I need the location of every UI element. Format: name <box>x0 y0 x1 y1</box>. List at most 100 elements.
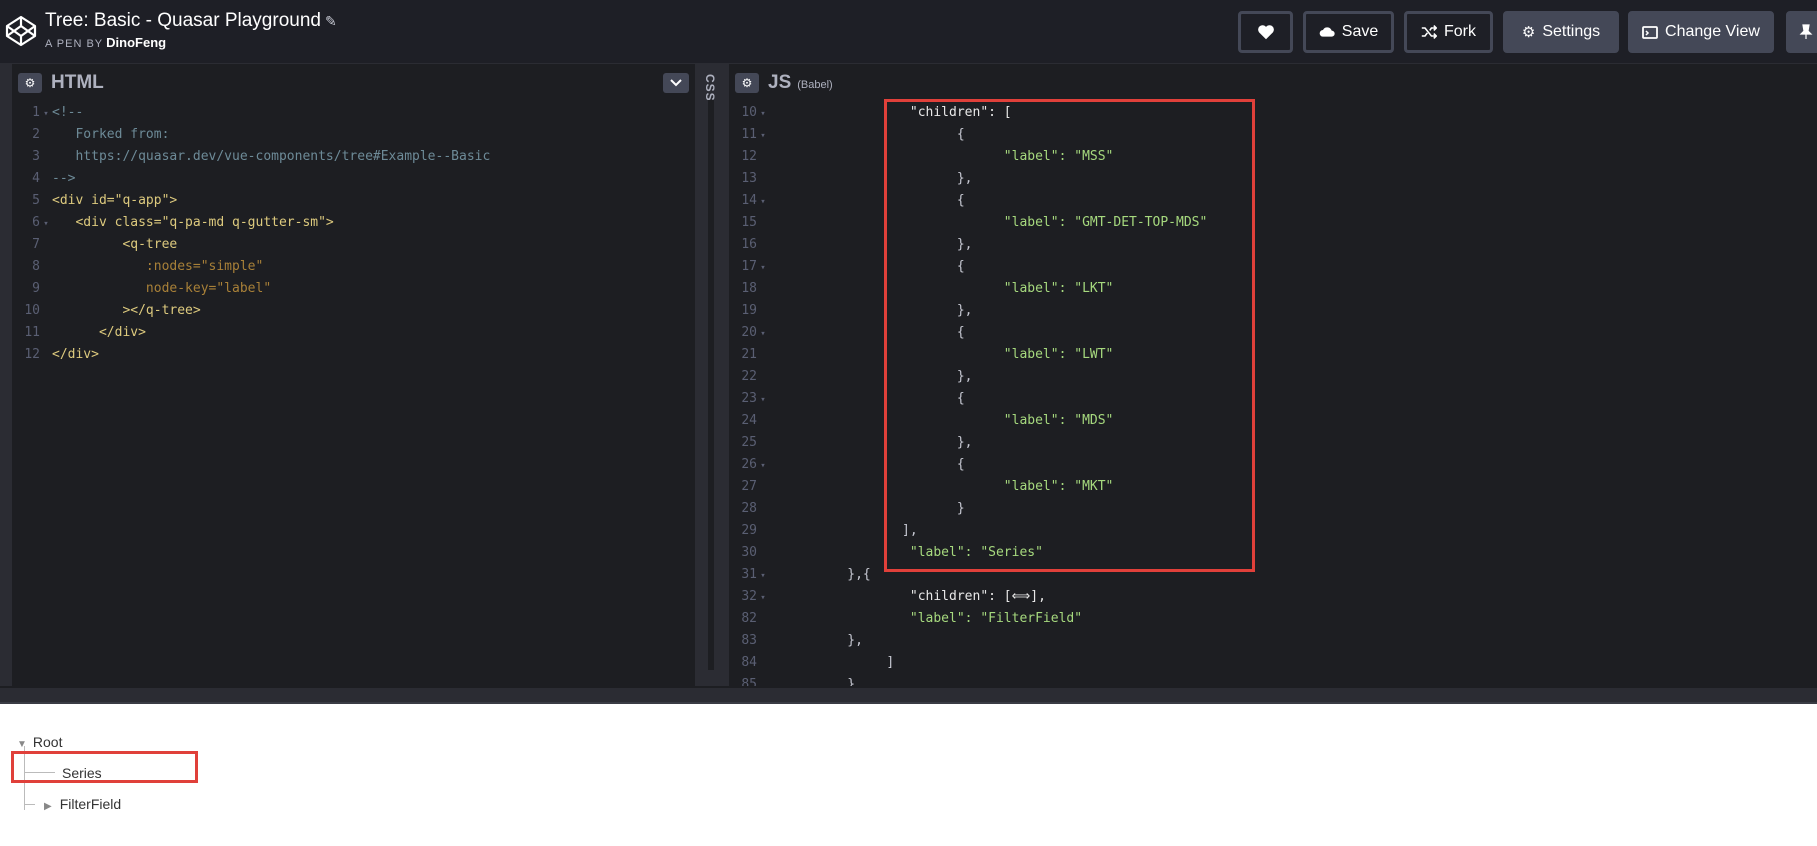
author-link[interactable]: DinoFeng <box>106 35 166 50</box>
code-text: ] <box>769 655 895 670</box>
line-number: 23 <box>741 391 757 406</box>
pin-button[interactable] <box>1786 11 1817 53</box>
code-line[interactable]: 3 https://quasar.dev/vue-components/tree… <box>12 146 695 168</box>
line-number: 84 <box>741 655 757 670</box>
collapsed-arrow-icon[interactable]: ▶ <box>44 801 52 812</box>
save-button[interactable]: Save <box>1303 11 1394 53</box>
line-number: 9 <box>32 281 40 296</box>
settings-button[interactable]: ⚙ Settings <box>1503 11 1619 53</box>
line-number: 20 <box>741 325 757 340</box>
code-line[interactable]: 1 ▾ <!-- <box>12 102 695 124</box>
line-number: 26 <box>741 457 757 472</box>
result-resize-bar[interactable] <box>0 686 1817 704</box>
html-pane-header: ⚙ HTML <box>12 64 695 102</box>
codepen-logo-icon[interactable] <box>4 14 38 48</box>
pane-resize-divider[interactable] <box>708 100 714 670</box>
line-number: 21 <box>741 347 757 362</box>
fold-arrow-icon[interactable]: ▾ <box>40 103 52 125</box>
code-text: </div> <box>52 347 99 362</box>
fold-arrow-icon[interactable]: ▾ <box>757 125 769 147</box>
line-number: 83 <box>741 633 757 648</box>
fold-arrow-icon[interactable]: ▾ <box>757 455 769 477</box>
pen-by-label: A PEN BY <box>45 38 104 50</box>
line-number: 29 <box>741 523 757 538</box>
code-line[interactable]: 32 ▾ "children": [⟺], <box>729 586 1817 608</box>
tree-node-filterfield-label[interactable]: FilterField <box>60 796 121 812</box>
code-text: <!-- <box>52 105 84 120</box>
line-number: 11 <box>741 127 757 142</box>
edit-pencil-icon[interactable]: ✎ <box>325 13 337 29</box>
line-number: 25 <box>741 435 757 450</box>
js-settings-gear-icon[interactable]: ⚙ <box>735 73 759 93</box>
tree-node-root-label[interactable]: Root <box>33 734 63 750</box>
css-pane-title[interactable]: CSS <box>703 74 717 102</box>
line-number: 6 <box>32 215 40 230</box>
js-pane-header: ⚙ JS (Babel) <box>729 64 1817 102</box>
code-text: "label": "FilterField" <box>769 611 1083 626</box>
code-line[interactable]: 2 Forked from: <box>12 124 695 146</box>
line-number: 31 <box>741 567 757 582</box>
code-text: ></q-tree> <box>52 303 201 318</box>
html-settings-gear-icon[interactable]: ⚙ <box>18 73 42 93</box>
code-line[interactable]: 12 </div> <box>12 344 695 366</box>
pen-title-text[interactable]: Tree: Basic - Quasar Playground <box>45 10 321 31</box>
pen-title[interactable]: Tree: Basic - Quasar Playground ✎ <box>45 9 337 33</box>
line-number: 27 <box>741 479 757 494</box>
code-line[interactable]: 8 :nodes="simple" <box>12 256 695 278</box>
code-line[interactable]: 7 <q-tree <box>12 234 695 256</box>
code-text: node-key="label" <box>52 281 272 296</box>
code-text: <q-tree <box>52 237 178 252</box>
js-preprocessor-label: (Babel) <box>797 79 833 91</box>
code-text: }, <box>769 633 863 648</box>
css-pane-collapsed[interactable]: CSS <box>695 64 729 686</box>
expanded-arrow-icon[interactable]: ▼ <box>17 739 27 750</box>
code-line[interactable]: 11 </div> <box>12 322 695 344</box>
code-line[interactable]: 6 ▾ <div class="q-pa-md q-gutter-sm"> <box>12 212 695 234</box>
line-number: 15 <box>741 215 757 230</box>
fold-arrow-icon[interactable]: ▾ <box>757 191 769 213</box>
code-line[interactable]: 10 ></q-tree> <box>12 300 695 322</box>
fork-icon <box>1421 25 1437 39</box>
tree-node-filterfield[interactable]: ▶ FilterField <box>44 796 121 812</box>
settings-button-label: Settings <box>1542 23 1601 40</box>
fold-arrow-icon[interactable]: ▾ <box>757 323 769 345</box>
fold-arrow-icon[interactable]: ▾ <box>757 565 769 587</box>
js-pane-title: JS <box>768 72 792 93</box>
fold-arrow-icon[interactable]: ▾ <box>757 103 769 125</box>
code-line[interactable]: 4 --> <box>12 168 695 190</box>
layout-icon <box>1642 25 1658 39</box>
code-highlight-box <box>884 99 1255 572</box>
html-pane-title: HTML <box>51 72 104 93</box>
line-number: 8 <box>32 259 40 274</box>
line-number: 82 <box>741 611 757 626</box>
fold-arrow-icon[interactable]: ▾ <box>757 257 769 279</box>
line-number: 12 <box>24 347 40 362</box>
change-view-button[interactable]: Change View <box>1628 11 1774 53</box>
line-number: 11 <box>24 325 40 340</box>
fold-arrow-icon[interactable]: ▾ <box>757 587 769 609</box>
fork-button-label: Fork <box>1444 23 1476 40</box>
line-number: 7 <box>32 237 40 252</box>
code-text: :nodes="simple" <box>52 259 264 274</box>
code-line[interactable]: 5 <div id="q-app"> <box>12 190 695 212</box>
pen-byline: A PEN BY DinoFeng <box>45 35 337 50</box>
code-text: https://quasar.dev/vue-components/tree#E… <box>52 149 491 164</box>
tree-highlight-box <box>11 751 198 783</box>
line-number: 16 <box>741 237 757 252</box>
html-pane-menu-button[interactable] <box>663 73 689 93</box>
line-number: 85 <box>741 677 757 686</box>
fork-button[interactable]: Fork <box>1404 11 1493 53</box>
code-line[interactable]: 9 node-key="label" <box>12 278 695 300</box>
code-line[interactable]: 84 ] <box>729 652 1817 674</box>
fold-arrow-icon[interactable]: ▾ <box>40 213 52 235</box>
like-button[interactable] <box>1238 11 1293 53</box>
code-line[interactable]: 82 "label": "FilterField" <box>729 608 1817 630</box>
code-text: </div> <box>52 325 146 340</box>
line-number: 32 <box>741 589 757 604</box>
html-code-editor[interactable]: 1 ▾ <!-- 2 Forked from: 3 https://quasar.dev… <box>12 102 695 686</box>
code-line[interactable]: 85 } <box>729 674 1817 686</box>
line-number: 4 <box>32 171 40 186</box>
fold-arrow-icon[interactable]: ▾ <box>757 389 769 411</box>
code-text: "children": [⟺], <box>769 589 1046 604</box>
code-line[interactable]: 83 }, <box>729 630 1817 652</box>
